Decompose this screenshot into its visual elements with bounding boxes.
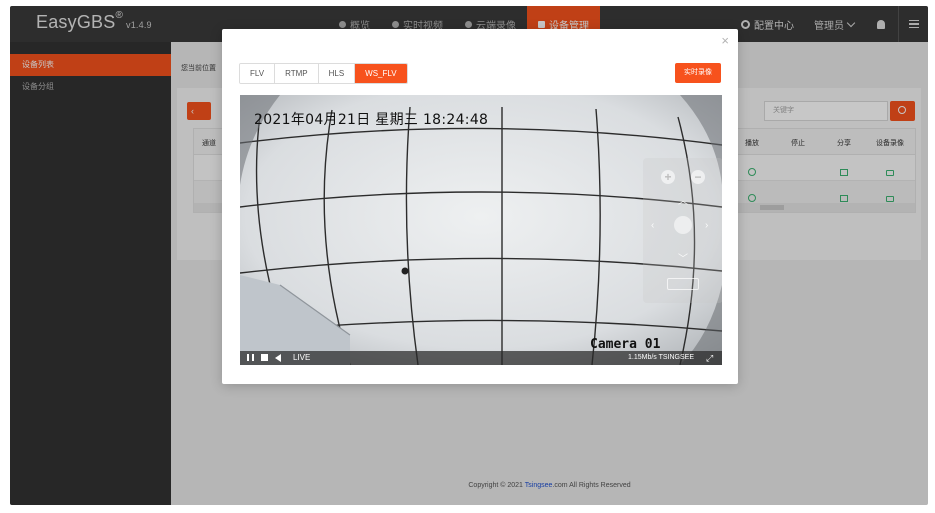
tab-ws-flv[interactable]: WS_FLV [355, 64, 407, 83]
pause-icon[interactable] [247, 354, 254, 361]
zoom-out-icon[interactable]: − [691, 170, 705, 184]
zoom-in-icon[interactable]: + [661, 170, 675, 184]
live-record-button[interactable]: 实时录像 [675, 63, 721, 83]
ptz-right-arrow-icon[interactable]: › [705, 220, 708, 231]
stop-icon[interactable] [261, 354, 268, 361]
app-frame: EasyGBS®v1.4.9 概览 实时视频 云端录像 设备管理 配置中心 管理… [10, 6, 928, 505]
ptz-control-panel: + − ︿ ‹ › ﹀ [643, 158, 722, 303]
video-player[interactable]: 2021年04月21日 星期三 18:24:48 Camera 01 + − ︿… [240, 95, 722, 365]
tab-hls[interactable]: HLS [318, 64, 356, 83]
bitrate-readout: 1.15Mb/s TSINGSEE [628, 354, 695, 361]
close-icon[interactable]: × [721, 33, 729, 48]
video-control-bar: LIVE 1.15Mb/s TSINGSEE ⤢ [240, 351, 722, 365]
ptz-up-arrow-icon[interactable]: ︿ [678, 192, 688, 207]
video-osd-camera-label: Camera 01 [590, 337, 661, 352]
tab-rtmp[interactable]: RTMP [275, 64, 319, 83]
ptz-down-arrow-icon[interactable]: ﹀ [678, 250, 688, 265]
video-player-modal: × FLV RTMP HLS WS_FLV 实时录像 2021年04月21日 星… [222, 29, 738, 384]
volume-icon[interactable] [275, 354, 281, 362]
tab-flv[interactable]: FLV [240, 64, 276, 83]
ptz-center-icon[interactable] [674, 216, 692, 234]
ptz-left-arrow-icon[interactable]: ‹ [651, 220, 654, 231]
ptz-speed-control[interactable] [667, 278, 699, 290]
stream-protocol-tabs: FLV RTMP HLS WS_FLV [239, 63, 408, 84]
video-osd-datetime: 2021年04月21日 星期三 18:24:48 [254, 112, 489, 128]
live-badge: LIVE [293, 353, 311, 362]
fullscreen-icon[interactable]: ⤢ [706, 353, 713, 364]
